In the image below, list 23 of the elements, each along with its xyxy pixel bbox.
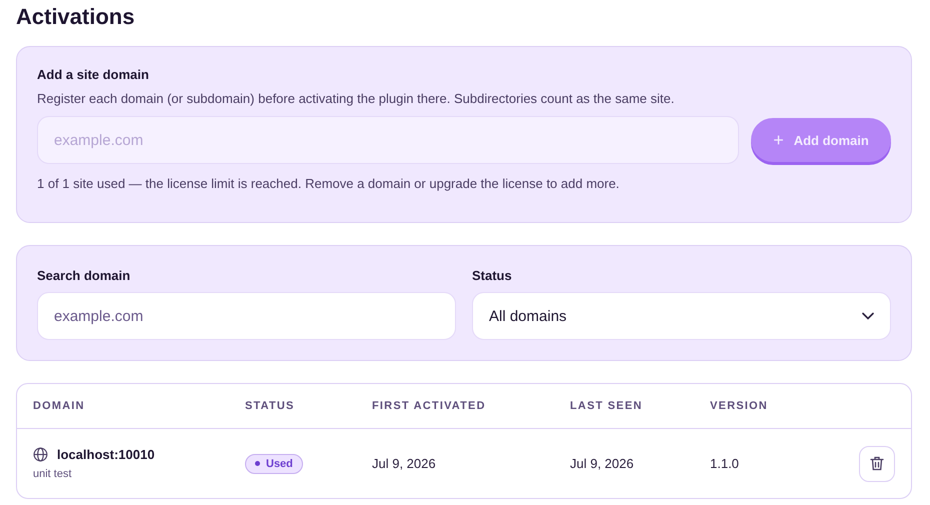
page-title: Activations: [16, 3, 136, 31]
column-header: FIRST ACTIVATED: [372, 400, 487, 412]
search-field[interactable]: example.com: [37, 292, 456, 340]
trash-icon: [870, 456, 884, 471]
status-badge: Used: [245, 454, 303, 474]
chevron-down-icon: [862, 312, 874, 320]
domain-name: localhost:10010: [57, 447, 155, 462]
table-cell-text: 1.1.0: [710, 456, 740, 471]
panel-description: Register each domain (or subdomain) before activating the plugin there. Subdirectories count as the same site.: [37, 91, 676, 107]
column-header: STATUS: [245, 400, 296, 412]
table-cell-text: Jul 9, 2026: [372, 456, 437, 471]
field-label: Status: [472, 268, 513, 283]
field-label: Search domain: [37, 268, 132, 283]
column-header: LAST SEEN: [570, 400, 644, 412]
delete-button[interactable]: [859, 446, 895, 482]
table-cell-text: Jul 9, 2026: [570, 456, 635, 471]
panel-heading: Add a site domain: [37, 67, 150, 82]
status-dropdown[interactable]: All domains: [472, 292, 891, 340]
column-header: DOMAIN: [33, 400, 86, 412]
domain-note: unit test: [33, 468, 73, 480]
globe-icon: [33, 447, 48, 462]
limit-note: 1 of 1 site used — the license limit is reached. Remove a domain or upgrade the license to add more.: [37, 176, 620, 192]
column-header: VERSION: [710, 400, 769, 412]
